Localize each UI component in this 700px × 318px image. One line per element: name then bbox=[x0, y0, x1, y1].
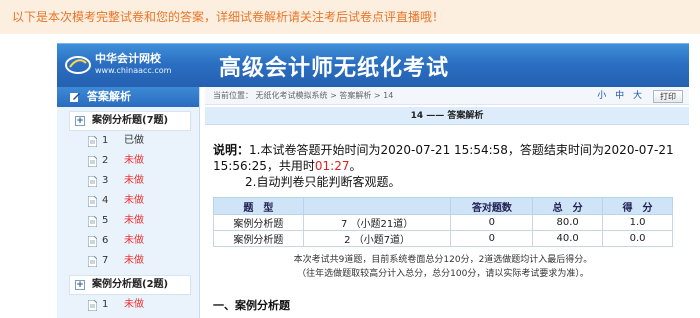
expand-icon[interactable]: + bbox=[75, 280, 85, 290]
column-header bbox=[302, 197, 452, 215]
document-icon bbox=[88, 216, 97, 227]
document-icon bbox=[88, 136, 97, 147]
question-status: 未做 bbox=[124, 235, 144, 246]
document-icon bbox=[88, 300, 97, 311]
font-size-switch[interactable]: 小 中 大 bbox=[597, 87, 645, 105]
score-table: 题 型 答对题数 总 分 得 分 案例分析题 7 （小题21道） 0 80.0 … bbox=[213, 197, 673, 247]
score-note-line-2: （往年选做题取较高分计入总分，总分100分，请以实际考试要求为准）。 bbox=[297, 269, 589, 279]
score-note-line-1: 本次考试共9道题，目前系统卷面总分120分，2道选做题均计入最后得分。 bbox=[293, 255, 593, 265]
logo-icon bbox=[65, 56, 91, 74]
column-header: 总 分 bbox=[532, 197, 604, 215]
question-number: 1 bbox=[102, 299, 109, 310]
table-cell: 案例分析题 bbox=[213, 214, 304, 231]
question-number: 5 bbox=[102, 215, 109, 226]
table-cell: 80.0 bbox=[532, 214, 604, 231]
sidebar: 答案解析 + 案例分析题(7题) 1 已做 2 未做 3 未做 4 未做 5 未… bbox=[57, 87, 200, 318]
question-item-2[interactable]: 2 未做 bbox=[57, 151, 199, 171]
breadcrumb-bar: 当前位置： 无纸化考试模拟系统 > 答案解析 > 14 小 中 大 打印 bbox=[205, 87, 689, 105]
question-status: 未做 bbox=[124, 215, 144, 226]
table-cell: 0 bbox=[450, 214, 534, 231]
document-icon bbox=[88, 176, 97, 187]
summary-line-2: 2.自动判卷只能判断客观题。 bbox=[245, 175, 401, 189]
print-button[interactable]: 打印 bbox=[653, 90, 683, 103]
table-cell: 0.0 bbox=[602, 230, 673, 247]
column-header: 答对题数 bbox=[450, 197, 534, 215]
table-row: 案例分析题 2 （小题7道） 0 40.0 0.0 bbox=[213, 230, 673, 247]
breadcrumb: 当前位置： 无纸化考试模拟系统 > 答案解析 > 14 bbox=[213, 91, 394, 100]
question-item-4[interactable]: 4 未做 bbox=[57, 191, 199, 211]
question-number: 7 bbox=[102, 255, 109, 266]
summary-time-text: 1.本试卷答题开始时间为2020-07-21 15:54:58，答题结束时间为2… bbox=[213, 143, 674, 173]
notice-bar: 以下是本次模考完整试卷和您的答案，详细试卷解析请关注考后试卷点评直播哦！ bbox=[0, 0, 700, 34]
exam-summary: 说明：1.本试卷答题开始时间为2020-07-21 15:54:58，答题结束时… bbox=[213, 142, 683, 190]
question-status: 未做 bbox=[124, 155, 144, 166]
question-status: 未做 bbox=[124, 175, 144, 186]
question-status: 未做 bbox=[124, 255, 144, 266]
question-item-7[interactable]: 7 未做 bbox=[57, 251, 199, 271]
table-header-row: 题 型 答对题数 总 分 得 分 bbox=[213, 197, 673, 215]
question-number: 3 bbox=[102, 175, 109, 186]
summary-end: 。 bbox=[349, 159, 362, 173]
logo-text: 中华会计网校 bbox=[95, 52, 161, 65]
sidebar-group-1[interactable]: + 案例分析题(7题) bbox=[69, 111, 191, 131]
question-number: 6 bbox=[102, 235, 109, 246]
system-title: 高级会计师无纸化考试 bbox=[219, 56, 450, 81]
document-icon bbox=[88, 236, 97, 247]
table-row: 案例分析题 7 （小题21道） 0 80.0 1.0 bbox=[213, 214, 673, 231]
page-title: 14 —— 答案解析 bbox=[205, 107, 689, 125]
logo-url: www.chinaacc.com bbox=[95, 66, 172, 75]
document-icon bbox=[88, 156, 97, 167]
table-cell: 40.0 bbox=[532, 230, 604, 247]
table-cell: 1.0 bbox=[602, 214, 673, 231]
question-item-8[interactable]: 1 未做 bbox=[57, 295, 199, 315]
group-label: 案例分析题(2题) bbox=[92, 279, 169, 290]
group-label: 案例分析题(7题) bbox=[92, 115, 169, 126]
score-note: 本次考试共9道题，目前系统卷面总分120分，2道选做题均计入最后得分。 （往年选… bbox=[213, 253, 673, 281]
summary-line-1: 说明：1.本试卷答题开始时间为2020-07-21 15:54:58，答题结束时… bbox=[213, 142, 683, 174]
site-banner: 中华会计网校 www.chinaacc.com 高级会计师无纸化考试 bbox=[57, 43, 689, 87]
question-item-6[interactable]: 6 未做 bbox=[57, 231, 199, 251]
summary-label: 说明： bbox=[213, 143, 250, 157]
sidebar-header-label: 答案解析 bbox=[87, 90, 131, 103]
table-cell: 0 bbox=[450, 230, 534, 247]
document-icon bbox=[88, 196, 97, 207]
document-icon bbox=[88, 256, 97, 267]
section-title: 一、案例分析题 bbox=[213, 299, 290, 312]
edit-icon bbox=[70, 93, 80, 102]
duration-value: 01:27 bbox=[314, 159, 350, 173]
question-item-3[interactable]: 3 未做 bbox=[57, 171, 199, 191]
column-header: 题 型 bbox=[213, 197, 304, 215]
table-cell: 2 （小题7道） bbox=[302, 230, 452, 247]
sidebar-header: 答案解析 bbox=[57, 87, 199, 107]
expand-icon[interactable]: + bbox=[75, 116, 85, 126]
question-number: 2 bbox=[102, 155, 109, 166]
question-status: 已做 bbox=[124, 135, 144, 146]
table-cell: 7 （小题21道） bbox=[302, 214, 452, 231]
question-status: 未做 bbox=[124, 195, 144, 206]
question-status: 未做 bbox=[124, 299, 144, 310]
question-item-5[interactable]: 5 未做 bbox=[57, 211, 199, 231]
sidebar-group-2[interactable]: + 案例分析题(2题) bbox=[69, 275, 191, 295]
column-header: 得 分 bbox=[602, 197, 673, 215]
question-item-1[interactable]: 1 已做 bbox=[57, 131, 199, 151]
main-content: 当前位置： 无纸化考试模拟系统 > 答案解析 > 14 小 中 大 打印 14 … bbox=[205, 87, 689, 318]
question-number: 4 bbox=[102, 195, 109, 206]
question-number: 1 bbox=[102, 135, 109, 146]
table-cell: 案例分析题 bbox=[213, 230, 304, 247]
